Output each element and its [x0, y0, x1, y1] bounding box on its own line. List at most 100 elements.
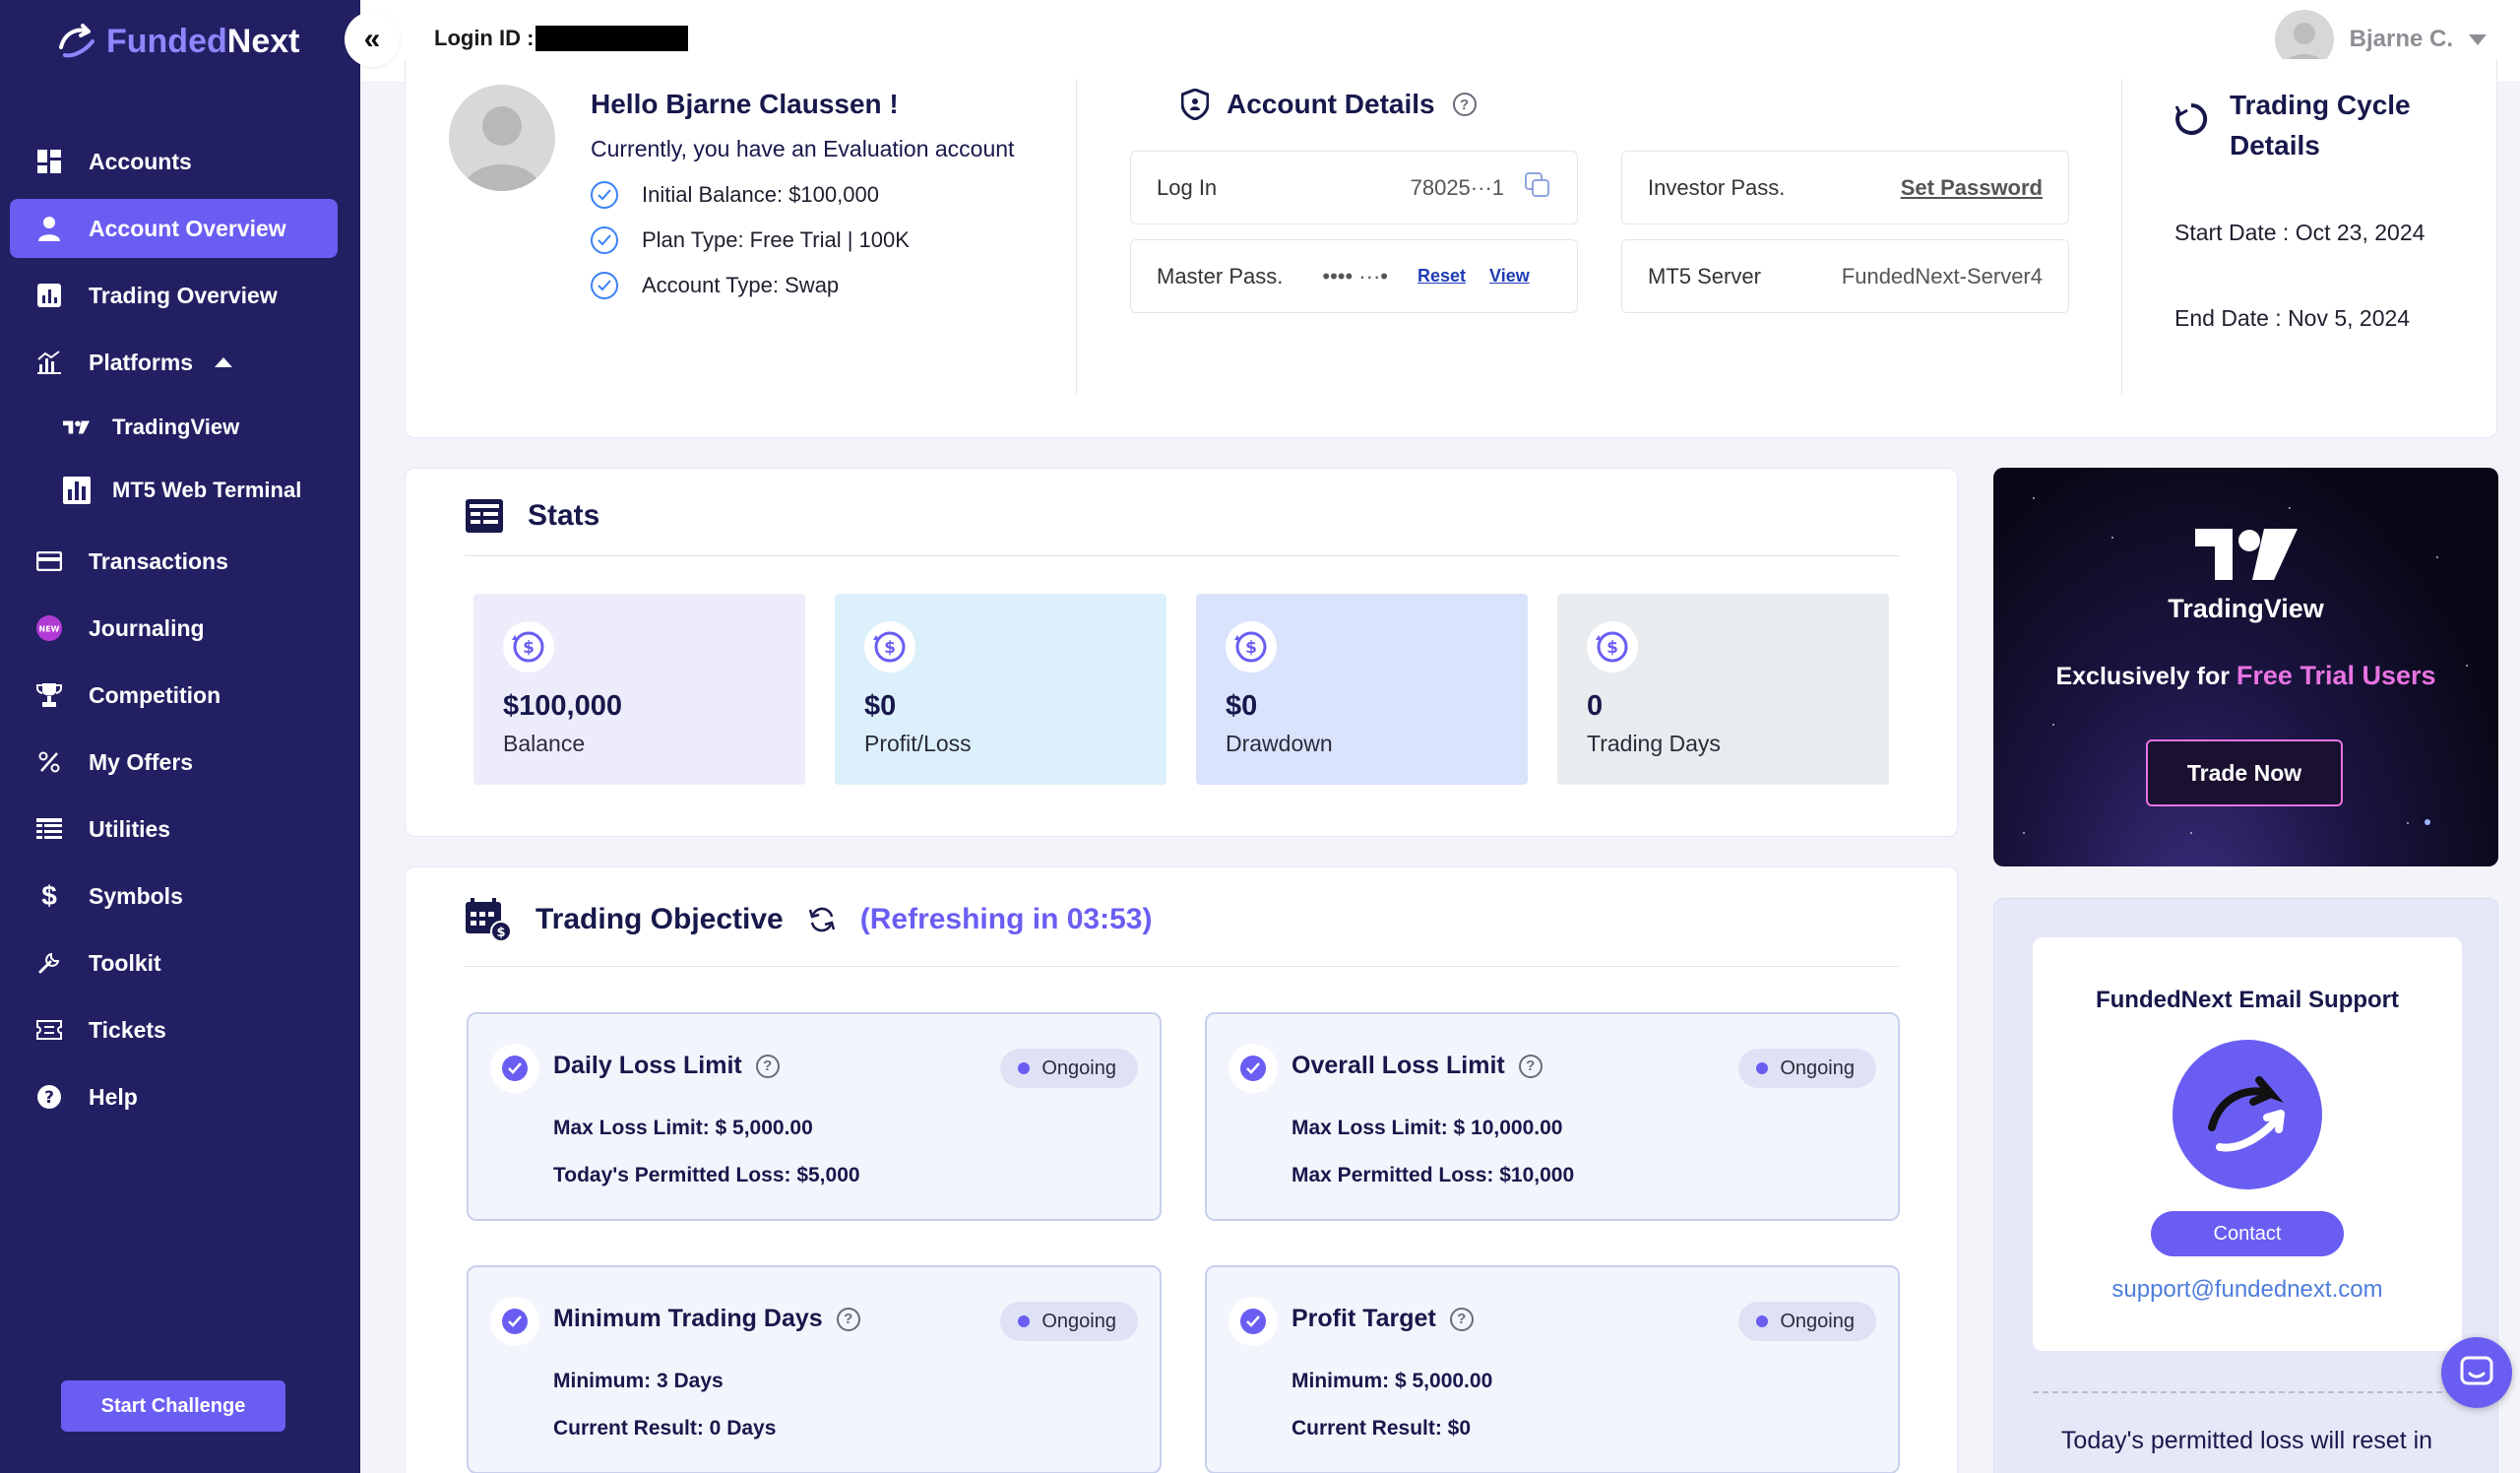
- dollar-icon: $: [35, 882, 63, 910]
- stats-card: Stats $ $100,000 Balance $ $0 Profit/Los…: [405, 468, 1958, 837]
- brand-logo[interactable]: FundedNext: [55, 22, 299, 61]
- check-circle-icon: [490, 1044, 539, 1093]
- help-circle-icon[interactable]: ?: [756, 1055, 780, 1078]
- help-icon: ?: [35, 1083, 63, 1111]
- coin-icon: $: [864, 621, 915, 672]
- svg-text:?: ?: [44, 1088, 54, 1108]
- master-pass-label: Master Pass.: [1157, 264, 1283, 289]
- check-circle-icon: [591, 272, 618, 299]
- account-details-title: Account Details ?: [1181, 89, 1477, 120]
- stat-value: $0: [864, 690, 1137, 723]
- trade-now-button[interactable]: Trade Now: [2146, 739, 2343, 806]
- support-email-link[interactable]: support@fundednext.com: [2033, 1276, 2462, 1304]
- mt5-icon: [63, 477, 91, 504]
- status-badge: Ongoing: [1000, 1049, 1138, 1088]
- sidebar-item-accounts[interactable]: Accounts: [10, 132, 338, 191]
- sidebar-item-label: Help: [89, 1084, 138, 1111]
- stat-label: Profit/Loss: [864, 731, 1137, 757]
- contact-button[interactable]: Contact: [2151, 1211, 2344, 1256]
- help-circle-icon[interactable]: ?: [1453, 93, 1477, 116]
- chevron-up-icon[interactable]: [215, 357, 232, 367]
- stat-value: $100,000: [503, 690, 776, 723]
- plan-type-row: Plan Type: Free Trial | 100K: [591, 226, 910, 254]
- objective-line1: Max Loss Limit: $ 5,000.00: [553, 1117, 813, 1140]
- svg-text:$: $: [1245, 638, 1257, 658]
- divider: [465, 555, 1899, 556]
- sidebar-item-label: Journaling: [89, 615, 205, 642]
- tradingview-name: TradingView: [1993, 594, 2498, 624]
- sidebar-item-label: Platforms: [89, 350, 193, 376]
- start-challenge-button[interactable]: Start Challenge: [61, 1380, 285, 1432]
- master-pass-field: Master Pass. •••• ···• Reset View: [1130, 239, 1578, 313]
- stat-value: 0: [1587, 690, 1859, 723]
- help-circle-icon[interactable]: ?: [1519, 1055, 1543, 1078]
- mt5-server-field: MT5 Server FundedNext-Server4: [1621, 239, 2069, 313]
- svg-text:$: $: [884, 638, 896, 658]
- sidebar-item-trading-overview[interactable]: Trading Overview: [10, 266, 338, 325]
- reset-link[interactable]: Reset: [1418, 266, 1466, 287]
- trophy-icon: [35, 681, 63, 709]
- stat-value: $0: [1226, 690, 1498, 723]
- stat-tile-profit-loss: $ $0 Profit/Loss: [835, 594, 1166, 785]
- coin-icon: $: [1587, 621, 1638, 672]
- sidebar-item-label: Competition: [89, 682, 220, 709]
- divider: [465, 966, 1899, 967]
- ticket-icon: [35, 1016, 63, 1044]
- help-circle-icon[interactable]: ?: [837, 1308, 860, 1331]
- user-icon: [35, 215, 63, 242]
- chat-button[interactable]: [2441, 1337, 2512, 1408]
- status-dot: [1756, 1315, 1768, 1327]
- user-name: Bjarne C.: [2350, 26, 2453, 53]
- sidebar-item-label: Tickets: [89, 1017, 166, 1044]
- promo-text-prefix: Exclusively for: [2055, 663, 2236, 690]
- sidebar-item-account-overview[interactable]: Account Overview: [10, 199, 338, 258]
- new-badge-icon: NEW: [35, 614, 63, 642]
- login-id: Login ID :: [434, 26, 688, 51]
- sidebar-item-platforms[interactable]: Platforms: [10, 333, 338, 392]
- trading-objective-card: $ Trading Objective (Refreshing in 03:53…: [405, 866, 1958, 1473]
- sidebar-item-tradingview[interactable]: TradingView: [10, 398, 338, 457]
- status-badge: Ongoing: [1738, 1302, 1876, 1341]
- sidebar-item-toolkit[interactable]: Toolkit: [10, 933, 338, 993]
- sidebar-item-label: Transactions: [89, 548, 228, 575]
- account-status-text: Currently, you have an Evaluation accoun…: [591, 136, 1014, 162]
- initial-balance-row: Initial Balance: $100,000: [591, 181, 879, 209]
- brand-name-part1: Funded: [106, 23, 227, 61]
- stat-label: Drawdown: [1226, 731, 1498, 757]
- promo-text-highlight: Free Trial Users: [2236, 661, 2436, 690]
- account-details-heading: Account Details: [1227, 89, 1435, 120]
- help-circle-icon[interactable]: ?: [1450, 1308, 1474, 1331]
- collapse-sidebar-button[interactable]: «: [345, 12, 400, 67]
- svg-text:NEW: NEW: [39, 625, 60, 634]
- status-text: Ongoing: [1780, 1311, 1855, 1333]
- trading-objective-title: $ Trading Objective (Refreshing in 03:53…: [465, 897, 1152, 942]
- sidebar-item-help[interactable]: ? Help: [10, 1067, 338, 1126]
- objective-tile-minimum-trading-days: Minimum Trading Days? Ongoing Minimum: 3…: [467, 1265, 1162, 1473]
- percent-icon: [35, 748, 63, 776]
- sidebar-item-my-offers[interactable]: My Offers: [10, 733, 338, 792]
- card-icon: [35, 547, 63, 575]
- sidebar-item-journaling[interactable]: NEW Journaling: [10, 599, 338, 658]
- sidebar-item-label: Trading Overview: [89, 283, 278, 309]
- sidebar-item-transactions[interactable]: Transactions: [10, 532, 338, 591]
- set-password-link[interactable]: Set Password: [1901, 175, 2043, 201]
- objective-line1: Max Loss Limit: $ 10,000.00: [1292, 1117, 1562, 1140]
- plan-type: Plan Type: Free Trial | 100K: [642, 227, 910, 253]
- sidebar-item-mt5-web-terminal[interactable]: MT5 Web Terminal: [10, 461, 338, 520]
- refresh-icon[interactable]: [807, 905, 837, 934]
- sidebar-item-label: Toolkit: [89, 950, 161, 977]
- sidebar-item-utilities[interactable]: Utilities: [10, 800, 338, 859]
- sidebar-item-symbols[interactable]: $ Symbols: [10, 866, 338, 926]
- sidebar-item-label: My Offers: [89, 749, 193, 776]
- objective-title: Profit Target?: [1292, 1305, 1474, 1333]
- sidebar-item-tickets[interactable]: Tickets: [10, 1000, 338, 1059]
- check-circle-icon: [591, 181, 618, 209]
- chevron-down-icon[interactable]: [2469, 34, 2487, 45]
- end-date: End Date : Nov 5, 2024: [2174, 305, 2410, 332]
- copy-icon[interactable]: [1524, 171, 1551, 205]
- email-support-card: FundedNext Email Support Contact support…: [2033, 937, 2462, 1351]
- sidebar-item-competition[interactable]: Competition: [10, 666, 338, 725]
- wrench-icon: [35, 949, 63, 977]
- divider: [1076, 79, 1077, 394]
- view-link[interactable]: View: [1489, 266, 1530, 287]
